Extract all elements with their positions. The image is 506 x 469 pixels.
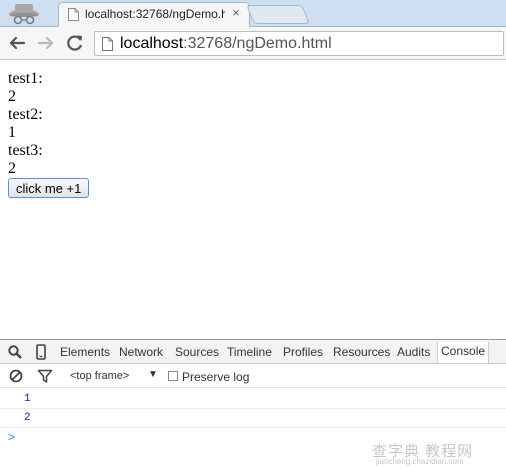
reload-icon[interactable] — [64, 32, 86, 54]
close-tab-icon[interactable]: × — [229, 5, 243, 20]
watermark-sub: jiaocheng.chazidian.com — [376, 457, 464, 466]
device-mode-icon[interactable] — [33, 344, 49, 360]
tab-title: localhost:32768/ngDemo.h — [85, 7, 225, 21]
test3-label: test3: — [8, 142, 43, 159]
preserve-log-checkbox[interactable] — [168, 371, 178, 381]
url-path: :32768/ngDemo.html — [183, 35, 332, 52]
forward-arrow-icon[interactable] — [35, 32, 57, 54]
preserve-log-label: Preserve log — [182, 370, 250, 384]
watermark: 查字典 教程网 jiaocheng.chazidian.com — [372, 440, 500, 466]
page-icon — [68, 8, 79, 21]
click-me-button[interactable]: click me +1 — [8, 178, 90, 198]
tab-console[interactable]: Console — [437, 342, 490, 363]
console-log-value: 1 — [24, 393, 31, 405]
tab-strip: localhost:32768/ngDemo.h × — [0, 0, 506, 27]
new-tab-button[interactable] — [246, 5, 310, 24]
tab-profiles[interactable]: Profiles — [283, 345, 323, 359]
search-icon[interactable] — [7, 344, 23, 360]
clear-console-icon[interactable] — [8, 368, 24, 384]
filter-icon[interactable] — [37, 368, 53, 384]
incognito-icon — [8, 4, 40, 25]
tab-sources[interactable]: Sources — [175, 345, 219, 359]
test3-value: 2 — [8, 160, 16, 177]
tab-audits[interactable]: Audits — [397, 345, 430, 359]
console-log-line: 2 — [0, 409, 506, 428]
test2-label: test2: — [8, 106, 43, 123]
url-text: localhost:32768/ngDemo.html — [120, 35, 332, 53]
page-icon — [102, 37, 113, 51]
console-prompt[interactable]: > — [8, 431, 15, 445]
console-log-value: 2 — [24, 412, 31, 424]
tab-resources[interactable]: Resources — [333, 345, 390, 359]
url-host: localhost — [120, 35, 184, 52]
devtools-tab-bar: Elements Network Sources Timeline Profil… — [0, 340, 506, 364]
test2-value: 1 — [8, 124, 16, 141]
tab-timeline[interactable]: Timeline — [227, 345, 272, 359]
address-bar[interactable]: localhost:32768/ngDemo.html — [94, 31, 504, 56]
page-content: test1: 2 test2: 1 test3: 2 click me +1 — [8, 70, 90, 198]
frame-selector[interactable]: <top frame> — [70, 370, 129, 382]
test1-value: 2 — [8, 88, 16, 105]
browser-tab[interactable]: localhost:32768/ngDemo.h × — [58, 2, 250, 27]
frame-dropdown-arrow[interactable]: ▼ — [148, 369, 158, 380]
browser-toolbar: localhost:32768/ngDemo.html — [0, 27, 506, 60]
back-arrow-icon[interactable] — [6, 32, 28, 54]
tab-network[interactable]: Network — [119, 345, 163, 359]
tab-elements[interactable]: Elements — [60, 345, 110, 359]
console-log-line: 1 — [0, 390, 506, 409]
console-toolbar: <top frame> ▼ Preserve log — [0, 364, 506, 388]
test1-label: test1: — [8, 70, 43, 87]
